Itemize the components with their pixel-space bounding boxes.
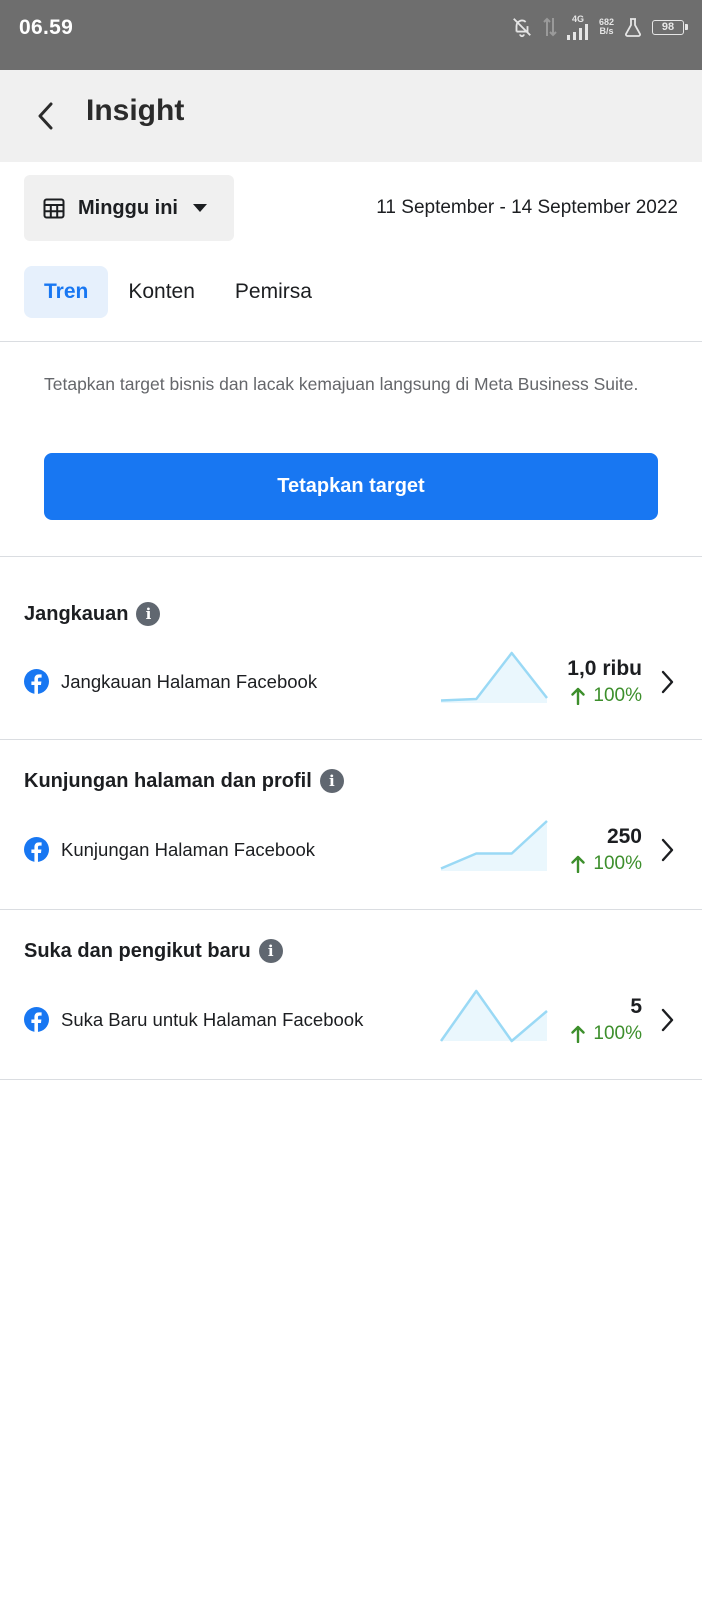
divider <box>0 1079 702 1080</box>
tab-bar: Tren Konten Pemirsa <box>24 266 332 318</box>
date-preset-label: Minggu ini <box>78 196 178 219</box>
metric-row-new-likes[interactable]: Suka Baru untuk Halaman Facebook 5 100% <box>0 987 702 1053</box>
sparkline-chart <box>440 989 548 1043</box>
metric-change: 100% <box>571 685 642 707</box>
arrow-up-icon <box>571 855 586 873</box>
metric-change-value: 100% <box>593 685 642 706</box>
app-header: Insight <box>0 70 702 162</box>
metric-change: 100% <box>571 1023 642 1045</box>
status-bar: 06.59 4G 682 B/s 98 <box>0 0 702 70</box>
info-icon[interactable]: i <box>319 769 344 793</box>
metric-change: 100% <box>571 853 642 875</box>
metric-label: Jangkauan Halaman Facebook <box>61 671 318 692</box>
date-range-text: 11 September - 14 September 2022 <box>376 197 678 218</box>
metric-label: Kunjungan Halaman Facebook <box>61 839 316 860</box>
section-title: Jangkauan i <box>24 602 161 626</box>
data-transfer-icon <box>543 16 557 38</box>
section-reach: Jangkauan i Jangkauan Halaman Facebook 1… <box>0 556 702 739</box>
info-icon[interactable]: i <box>136 602 161 626</box>
calendar-icon <box>43 198 65 219</box>
net-speed-unit: B/s <box>599 26 614 36</box>
signal-strength-icon: 4G <box>566 13 589 40</box>
facebook-icon <box>24 837 49 862</box>
tab-pemirsa[interactable]: Pemirsa <box>215 266 332 318</box>
section-title-text: Kunjungan halaman dan profil <box>24 769 312 792</box>
back-button[interactable] <box>26 94 66 138</box>
chevron-right-icon <box>661 838 674 862</box>
date-range-dropdown[interactable]: Minggu ini <box>24 175 234 241</box>
page-title: Insight <box>86 94 185 127</box>
tab-tren[interactable]: Tren <box>24 266 109 318</box>
chevron-right-icon <box>661 670 674 694</box>
sparkline-area <box>441 821 547 871</box>
tab-konten[interactable]: Konten <box>108 266 215 318</box>
chevron-left-icon <box>38 102 53 130</box>
section-title-text: Suka dan pengikut baru <box>24 939 251 962</box>
set-goal-button[interactable]: Tetapkan target <box>44 453 658 520</box>
section-title: Suka dan pengikut baru i <box>24 939 283 963</box>
section-title: Kunjungan halaman dan profil i <box>24 769 344 793</box>
section-title-text: Jangkauan <box>24 602 129 625</box>
metric-change-value: 100% <box>593 853 642 874</box>
notifications-off-icon <box>511 16 533 38</box>
arrow-up-icon <box>571 1025 586 1043</box>
promo-text: Tetapkan target bisnis dan lacak kemajua… <box>44 374 639 394</box>
metric-value: 250 <box>606 825 642 848</box>
facebook-icon <box>24 669 49 694</box>
sparkline-chart <box>440 820 548 871</box>
section-new-likes: Suka dan pengikut baru i Suka Baru untuk… <box>0 909 702 1079</box>
facebook-icon <box>24 1007 49 1032</box>
section-page-visits: Kunjungan halaman dan profil i Kunjungan… <box>0 739 702 909</box>
metric-value: 1,0 ribu <box>567 657 642 680</box>
sparkline-chart <box>440 651 548 703</box>
metric-row-reach[interactable]: Jangkauan Halaman Facebook 1,0 ribu 100% <box>0 649 702 715</box>
info-icon[interactable]: i <box>258 939 283 963</box>
metric-label: Suka Baru untuk Halaman Facebook <box>61 1009 364 1030</box>
status-time: 06.59 <box>19 16 74 39</box>
divider <box>0 341 702 342</box>
metric-value: 5 <box>630 995 642 1018</box>
net-speed: 682 B/s <box>599 18 614 36</box>
arrow-up-icon <box>571 687 586 705</box>
flask-icon <box>624 17 642 37</box>
battery-icon: 98 <box>652 19 688 35</box>
metric-change-value: 100% <box>593 1023 642 1044</box>
network-type: 4G <box>571 13 584 24</box>
status-icons: 4G 682 B/s 98 <box>511 13 688 40</box>
caret-down-icon <box>192 204 207 212</box>
metric-row-page-visits[interactable]: Kunjungan Halaman Facebook 250 100% <box>0 817 702 883</box>
chevron-right-icon <box>661 1008 674 1032</box>
